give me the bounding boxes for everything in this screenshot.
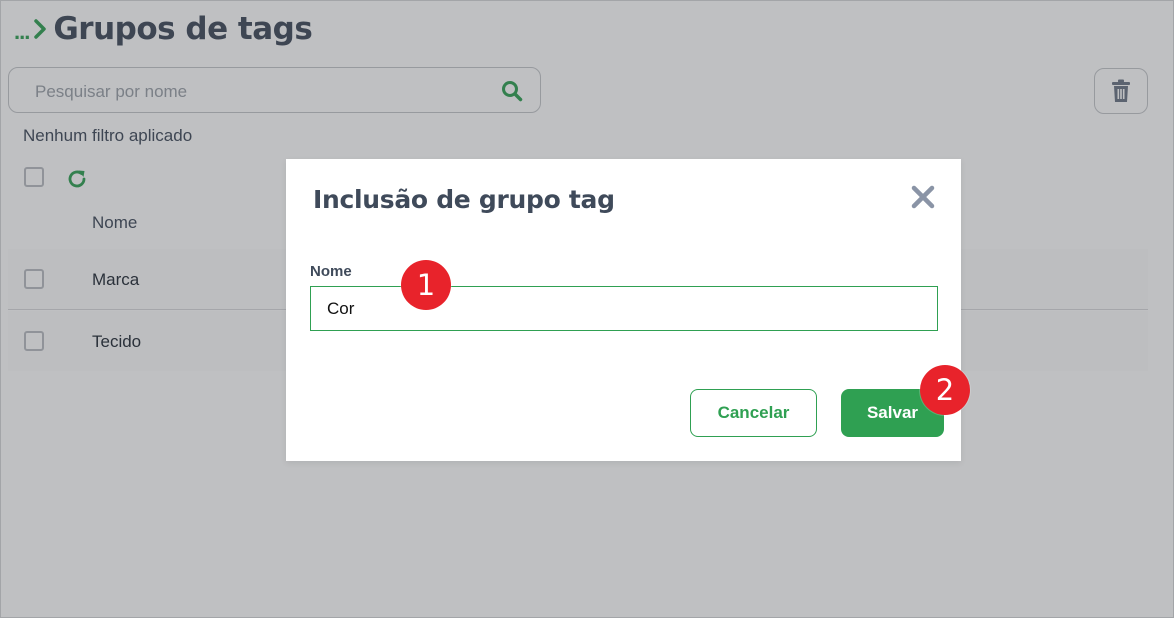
cancel-button[interactable]: Cancelar <box>690 389 817 437</box>
step-badge-2: 2 <box>920 365 970 415</box>
name-field-label: Nome <box>310 263 352 280</box>
add-tag-group-dialog: Inclusão de grupo tag Nome Cancelar Salv… <box>286 159 961 461</box>
close-icon <box>911 185 935 209</box>
step-badge-1: 1 <box>401 260 451 310</box>
dialog-title: Inclusão de grupo tag <box>313 185 615 214</box>
close-button[interactable] <box>908 182 938 212</box>
